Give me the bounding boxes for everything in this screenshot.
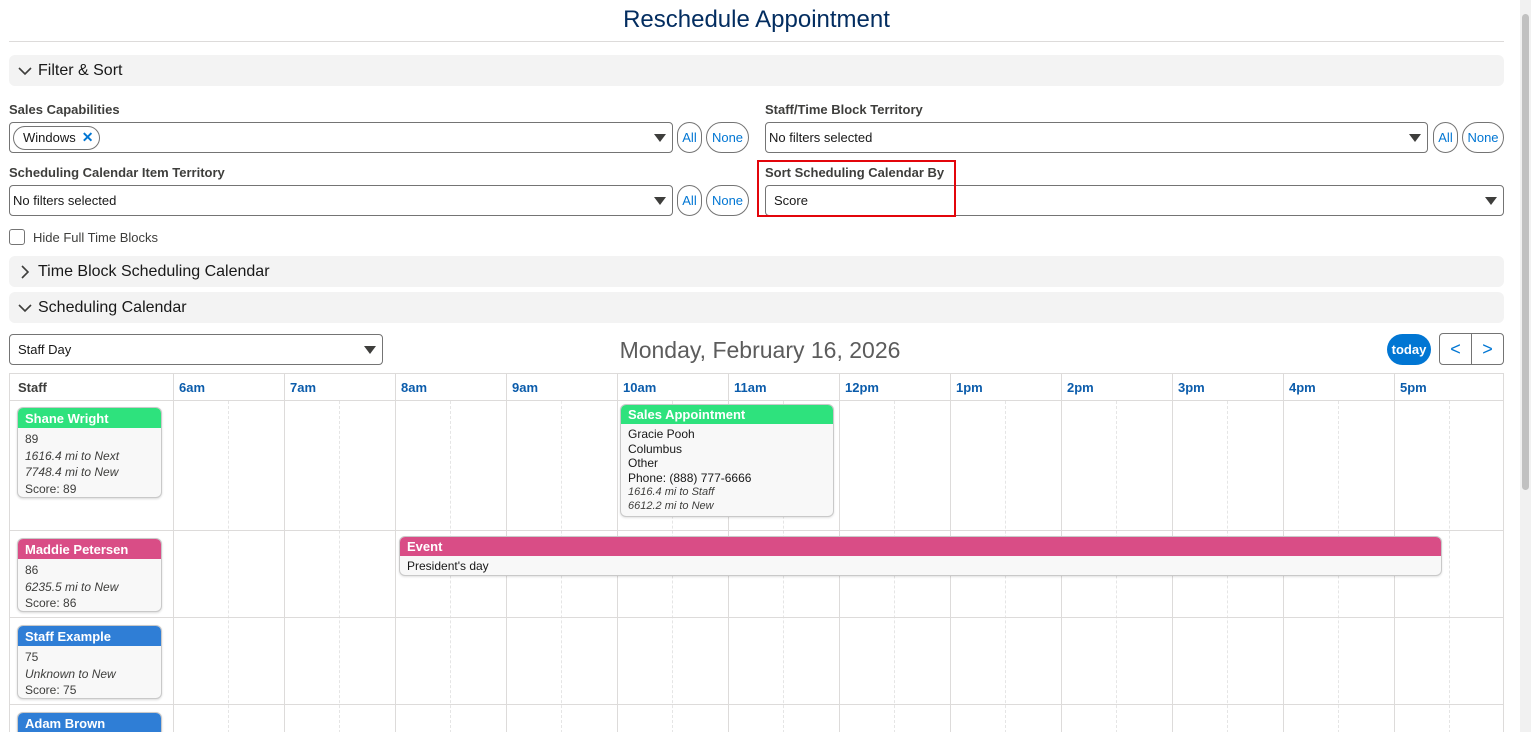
hide-full-label: Hide Full Time Blocks [33,230,158,245]
chevron-right-icon [21,264,30,279]
hide-full-checkbox[interactable] [9,229,25,245]
staff-card-adam-brown[interactable]: Adam Brown [17,712,162,732]
hour-label-11am: 11am [734,380,767,395]
staff-score: Score: 86 [25,596,77,610]
event-distance-staff: 1616.4 mi to Staff [628,486,715,498]
staff-card-shane-wright[interactable]: Shane Wright 89 1616.4 mi to Next 7748.4… [17,407,162,498]
remove-pill-icon[interactable]: ✕ [82,129,94,146]
half-hour-divider [1449,401,1450,732]
half-hour-divider [228,401,229,732]
hour-label-3pm: 3pm [1178,380,1205,395]
staff-column-divider [173,374,174,732]
event-distance-new: 6612.2 mi to New [628,500,714,512]
staff-score-number: 89 [25,432,39,446]
staff-name: Shane Wright [18,408,161,428]
hour-label-12pm: 12pm [845,380,879,395]
sales-capabilities-all-button[interactable]: All [677,122,702,153]
staff-distance-next: 1616.4 mi to Next [25,448,120,463]
hour-label-5pm: 5pm [1400,380,1427,395]
calendar-date-title: Monday, February 16, 2026 [619,337,901,363]
staff-column-header: Staff [18,380,47,395]
chevron-down-icon [18,303,32,312]
item-territory-label: Scheduling Calendar Item Territory [9,165,225,180]
row-divider [10,704,1503,705]
hour-divider [395,374,396,732]
chevron-down-icon [18,66,32,75]
caret-down-icon [364,346,376,354]
caret-down-icon [1485,197,1497,205]
calendar-view-value: Staff Day [18,342,72,357]
hour-label-6am: 6am [179,380,206,395]
staff-name: Maddie Petersen [18,539,161,559]
caret-down-icon [654,197,666,205]
staff-territory-all-button[interactable]: All [1433,122,1458,153]
hour-label-2pm: 2pm [1067,380,1094,395]
staff-card-maddie-petersen[interactable]: Maddie Petersen 86 6235.5 mi to New Scor… [17,538,162,612]
caret-down-icon [654,134,666,142]
row-divider [10,617,1503,618]
presidents-day-event[interactable]: Event President's day [399,536,1442,576]
sort-by-highlight [757,160,956,217]
filter-sort-label: Filter & Sort [38,61,123,79]
item-territory-all-button[interactable]: All [677,185,702,216]
hour-label-9am: 9am [512,380,539,395]
event-customer: Gracie Pooh [628,427,695,441]
item-territory-value: No filters selected [13,193,117,208]
staff-name: Staff Example [18,626,161,646]
staff-territory-select[interactable]: No filters selected [765,122,1428,153]
staff-territory-none-button[interactable]: None [1462,122,1504,153]
sales-appointment-event[interactable]: Sales Appointment Gracie Pooh Columbus O… [620,404,834,517]
event-type: Other [628,456,659,470]
staff-territory-value: No filters selected [769,130,873,145]
staff-territory-label: Staff/Time Block Territory [765,102,923,117]
hour-label-4pm: 4pm [1289,380,1316,395]
hour-label-10am: 10am [623,380,657,395]
item-territory-select[interactable]: No filters selected [9,185,673,216]
staff-distance-new: 7748.4 mi to New [25,465,119,479]
row-divider [10,530,1503,531]
sales-capabilities-select[interactable]: Windows ✕ [9,122,673,153]
staff-score: Score: 89 [25,481,77,496]
event-title: Sales Appointment [621,405,833,424]
event-phone: Phone: (888) 777-6666 [628,470,752,485]
staff-score: Score: 75 [25,683,77,697]
calendar-grid: Staff 6am 7am 8am 9am 10am 11am 12pm 1pm 2pm 3pm 4… [9,373,1504,732]
item-territory-none-button[interactable]: None [706,185,749,216]
filter-sort-section-toggle[interactable]: Filter & Sort [9,55,1504,86]
title-divider [9,41,1504,42]
scheduling-calendar-section-toggle[interactable]: Scheduling Calendar [9,292,1504,323]
calendar-view-select[interactable]: Staff Day [9,334,383,365]
today-button[interactable]: today [1387,334,1431,365]
windows-pill: Windows ✕ [13,125,101,150]
event-title: Event [400,537,1441,556]
windows-pill-label: Windows [23,130,76,145]
caret-down-icon [1409,134,1421,142]
time-block-section-toggle[interactable]: Time Block Scheduling Calendar [9,256,1504,287]
staff-distance-new: 6235.5 mi to New [25,579,119,594]
event-description: President's day [407,559,489,573]
hour-label-8am: 8am [401,380,428,395]
staff-card-staff-example[interactable]: Staff Example 75 Unknown to New Score: 7… [17,625,162,699]
staff-distance-new: Unknown to New [25,666,116,681]
time-block-label: Time Block Scheduling Calendar [38,262,270,280]
hour-divider [284,374,285,732]
hour-label-1pm: 1pm [956,380,983,395]
staff-name: Adam Brown [18,713,161,732]
prev-day-button[interactable]: < [1439,333,1472,365]
staff-score-number: 86 [25,563,39,577]
page-scrollbar-thumb[interactable] [1522,14,1529,490]
next-day-button[interactable]: > [1471,333,1504,365]
event-city: Columbus [628,441,683,456]
header-divider [10,400,1503,401]
sales-capabilities-label: Sales Capabilities [9,102,120,117]
page-title: Reschedule Appointment [623,6,890,33]
hour-label-7am: 7am [290,380,317,395]
sales-capabilities-none-button[interactable]: None [706,122,749,153]
staff-score-number: 75 [25,650,39,664]
half-hour-divider [339,401,340,732]
scheduling-calendar-label: Scheduling Calendar [38,298,187,316]
